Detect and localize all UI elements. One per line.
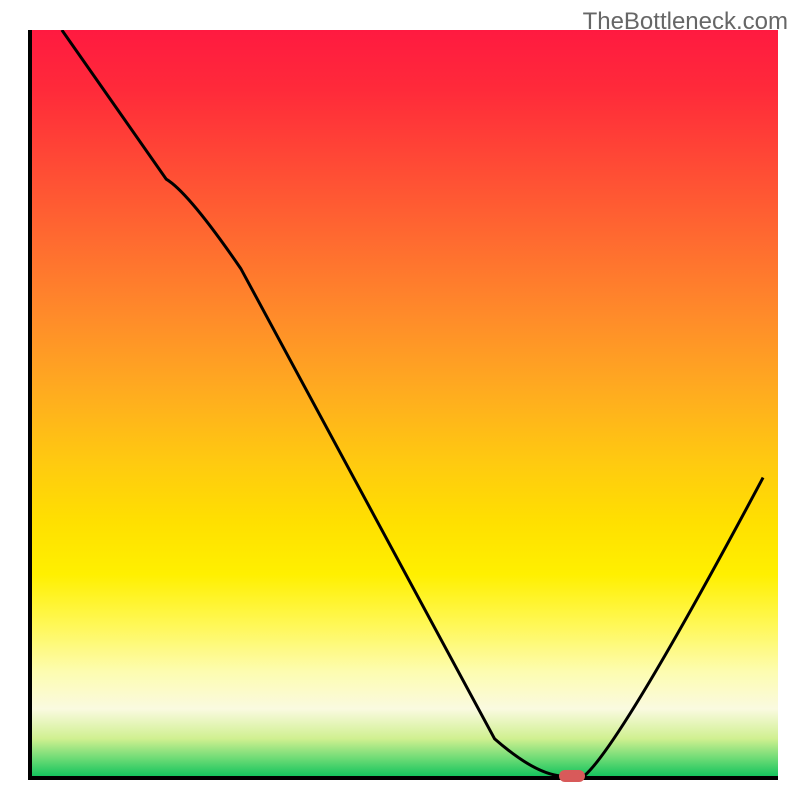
bottleneck-line: [62, 30, 763, 776]
chart-container: TheBottleneck.com: [0, 0, 800, 800]
plot-area: [28, 30, 778, 780]
watermark-text: TheBottleneck.com: [583, 8, 788, 36]
optimum-marker: [559, 770, 585, 782]
curve-layer: [32, 30, 778, 776]
